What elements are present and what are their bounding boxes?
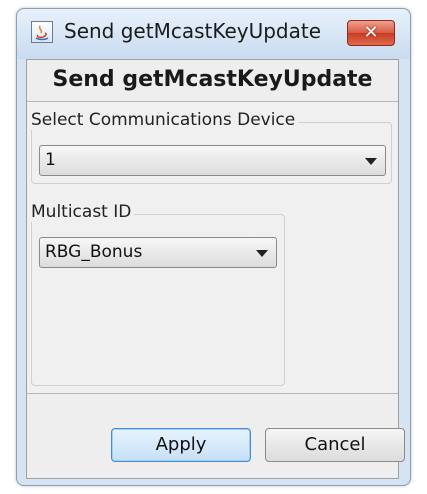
- window-title: Send getMcastKeyUpdate: [64, 19, 322, 43]
- multicast-id-select-value: RBG_Bonus: [45, 242, 143, 262]
- device-group: Select Communications Device 1: [31, 110, 392, 184]
- device-select[interactable]: 1: [39, 145, 386, 176]
- chevron-down-icon: [256, 250, 268, 257]
- main-panel: Select Communications Device 1 Multicast…: [27, 101, 398, 394]
- java-app-icon: [31, 21, 53, 43]
- multicast-group-label: Multicast ID: [31, 202, 135, 222]
- dialog-content: Send getMcastKeyUpdate Select Communicat…: [26, 59, 405, 479]
- apply-button[interactable]: Apply: [111, 428, 251, 462]
- dialog-window: Send getMcastKeyUpdate ✕ Send getMcastKe…: [16, 8, 411, 486]
- title-bar[interactable]: Send getMcastKeyUpdate ✕: [17, 9, 410, 59]
- chevron-down-icon: [365, 158, 377, 165]
- multicast-group: Multicast ID RBG_Bonus: [31, 202, 285, 386]
- close-button[interactable]: ✕: [347, 20, 395, 46]
- multicast-id-select[interactable]: RBG_Bonus: [39, 237, 277, 268]
- cancel-button[interactable]: Cancel: [265, 428, 405, 462]
- dialog-heading: Send getMcastKeyUpdate: [52, 67, 373, 92]
- device-group-label: Select Communications Device: [31, 110, 299, 130]
- close-icon: ✕: [363, 22, 379, 43]
- device-select-value: 1: [45, 150, 56, 170]
